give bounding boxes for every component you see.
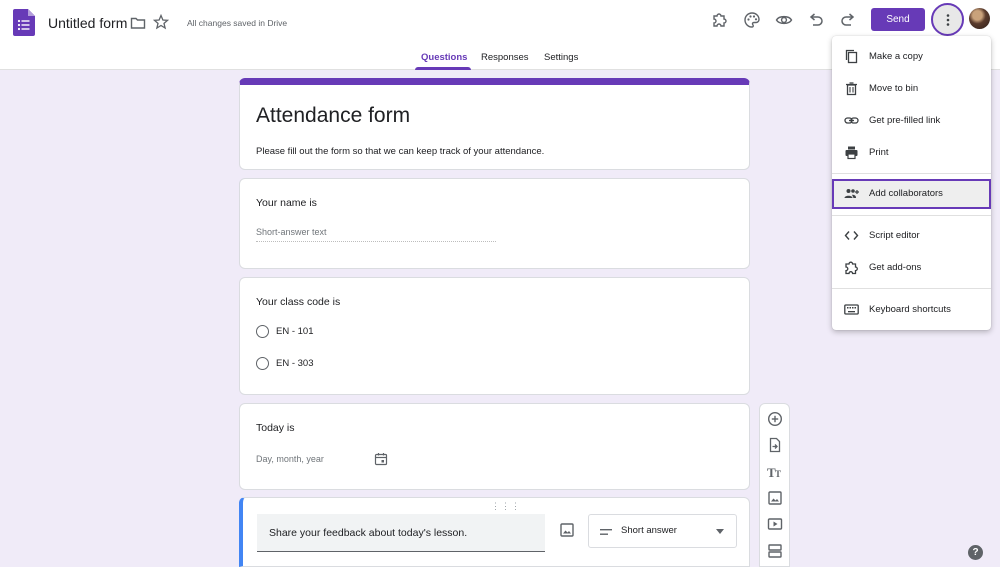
menu-divider (832, 173, 991, 174)
question-type-label: Short answer (621, 525, 677, 536)
folder-icon[interactable] (130, 15, 146, 31)
copy-icon (845, 49, 858, 64)
addons-icon[interactable] (711, 11, 729, 29)
drag-handle-icon[interactable]: ⋮⋮⋮ (491, 501, 521, 512)
question-type-select[interactable]: Short answer (588, 514, 737, 548)
code-icon (844, 231, 859, 240)
print-icon (845, 146, 858, 160)
form-header-card[interactable]: Attendance form Please fill out the form… (239, 78, 750, 170)
form-description[interactable]: Please fill out the form so that we can … (256, 146, 544, 157)
menu-divider (832, 288, 991, 289)
short-text-icon (600, 529, 612, 535)
save-status: All changes saved in Drive (187, 18, 288, 28)
menu-item-label: Add collaborators (869, 188, 943, 199)
question-card-class-code[interactable]: Your class code is EN - 101 EN - 303 (239, 277, 750, 395)
menu-item-label: Get pre-filled link (869, 115, 941, 126)
radio-option-2[interactable] (256, 357, 269, 370)
send-button[interactable]: Send (871, 8, 925, 31)
radio-option-label: EN - 101 (276, 326, 314, 337)
avatar[interactable] (969, 8, 990, 29)
form-heading[interactable]: Attendance form (256, 104, 410, 128)
form-title[interactable]: Untitled form (48, 15, 127, 31)
menu-item-add-collaborators[interactable]: Add collaborators (832, 179, 991, 209)
side-toolbar: T T (759, 403, 790, 567)
menu-item-label: Keyboard shortcuts (869, 304, 951, 315)
menu-item-label: Print (869, 147, 889, 158)
menu-item-label: Script editor (869, 230, 920, 241)
question-title-input[interactable]: Share your feedback about today's lesson… (257, 514, 545, 552)
chevron-down-icon (716, 529, 724, 534)
link-icon (844, 117, 859, 124)
question-title-text: Share your feedback about today's lesson… (269, 527, 468, 539)
image-icon[interactable] (559, 522, 575, 538)
redo-icon[interactable] (839, 11, 857, 29)
radio-option-label: EN - 303 (276, 358, 314, 369)
menu-item-move-to-bin[interactable]: Move to bin (832, 74, 991, 104)
addons-icon (845, 261, 858, 275)
import-questions-icon[interactable] (767, 437, 783, 453)
menu-item-label: Get add-ons (869, 262, 922, 273)
add-section-icon[interactable] (767, 543, 783, 559)
preview-icon[interactable] (775, 11, 793, 29)
question-card-date[interactable]: Today is Day, month, year (239, 403, 750, 490)
menu-item-print[interactable]: Print (832, 138, 991, 168)
question-title: Today is (256, 422, 295, 434)
star-icon[interactable] (153, 14, 169, 30)
add-people-icon (844, 189, 859, 198)
svg-text:T: T (775, 469, 781, 479)
forms-logo-icon[interactable] (13, 9, 35, 36)
tab-responses[interactable]: Responses (481, 52, 529, 63)
more-options-menu: Make a copy Move to bin Get pre-filled l… (832, 36, 991, 330)
keyboard-icon (844, 304, 859, 315)
menu-item-label: Make a copy (869, 51, 923, 62)
date-placeholder: Day, month, year (256, 454, 324, 464)
tab-questions[interactable]: Questions (421, 52, 467, 63)
more-vert-icon (946, 13, 949, 26)
add-question-icon[interactable] (767, 411, 783, 427)
menu-item-make-copy[interactable]: Make a copy (832, 42, 991, 72)
question-title: Your class code is (256, 296, 341, 308)
question-card-name[interactable]: Your name is Short-answer text (239, 178, 750, 269)
add-title-icon[interactable]: T T (767, 464, 783, 480)
question-title: Your name is (256, 197, 317, 209)
short-answer-underline (256, 241, 496, 242)
menu-item-label: Move to bin (869, 83, 919, 94)
menu-item-script-editor[interactable]: Script editor (832, 221, 991, 251)
radio-option-1[interactable] (256, 325, 269, 338)
active-tab-indicator (415, 67, 471, 70)
menu-item-get-add-ons[interactable]: Get add-ons (832, 253, 991, 283)
undo-icon[interactable] (807, 11, 825, 29)
add-image-icon[interactable] (767, 490, 783, 506)
menu-item-keyboard-shortcuts[interactable]: Keyboard shortcuts (832, 295, 991, 325)
question-card-feedback[interactable]: ⋮⋮⋮ Share your feedback about today's le… (239, 497, 750, 567)
help-icon[interactable]: ? (968, 545, 983, 560)
calendar-icon (374, 453, 388, 466)
menu-divider (832, 215, 991, 216)
more-options-button[interactable] (931, 3, 964, 36)
tab-settings[interactable]: Settings (544, 52, 578, 63)
add-video-icon[interactable] (767, 516, 783, 532)
trash-icon (846, 82, 857, 96)
menu-item-pre-filled-link[interactable]: Get pre-filled link (832, 106, 991, 136)
short-answer-placeholder: Short-answer text (256, 227, 327, 237)
palette-icon[interactable] (743, 11, 761, 29)
